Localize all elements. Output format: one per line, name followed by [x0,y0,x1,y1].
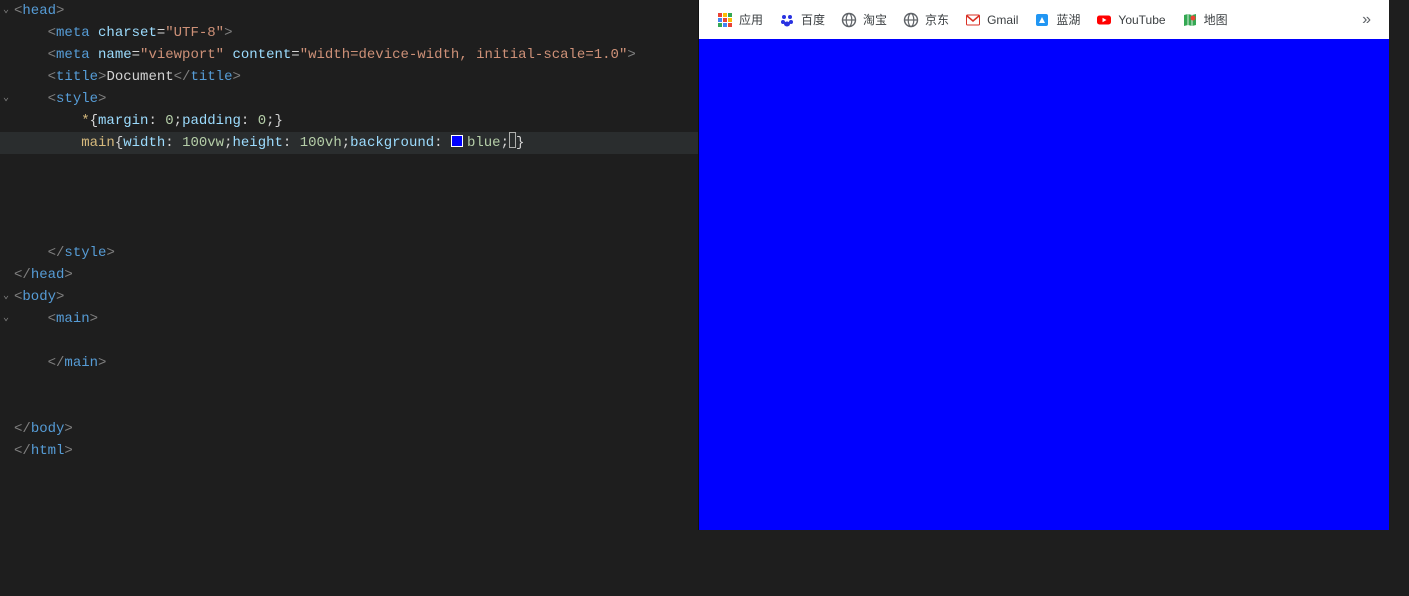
code-line[interactable]: </head> [0,264,698,286]
bookmark-item[interactable]: 蓝湖 [1026,7,1088,32]
bookmark-overflow-button[interactable]: » [1354,7,1379,33]
bookmark-item[interactable]: 地图 [1174,7,1236,32]
globe-icon [841,12,857,28]
fold-caret-icon[interactable]: ⌄ [0,308,12,330]
bookmark-label: 蓝湖 [1056,11,1080,28]
bookmark-item[interactable]: YouTube [1088,8,1173,32]
rendered-page-main [699,39,1389,530]
code-line[interactable]: ⌄<head> [0,0,698,22]
bookmark-item[interactable]: 京东 [895,7,957,32]
bookmark-item[interactable]: 百度 [771,7,833,32]
code-line[interactable]: </style> [0,242,698,264]
bookmark-item[interactable]: 淘宝 [833,7,895,32]
globe-icon [903,12,919,28]
bookmark-apps[interactable]: 应用 [709,7,771,32]
code-line[interactable]: ⌄ <style> [0,88,698,110]
code-line[interactable]: </html> [0,440,698,462]
code-line[interactable] [0,154,698,176]
code-line[interactable]: </body> [0,418,698,440]
code-line[interactable]: <meta name="viewport" content="width=dev… [0,44,698,66]
color-swatch-icon[interactable] [451,135,463,147]
code-line[interactable]: <title>Document</title> [0,66,698,88]
code-line[interactable] [0,198,698,220]
gmail-icon [965,12,981,28]
bookmark-label: 京东 [925,11,949,28]
code-editor-pane[interactable]: ⌄<head> <meta charset="UTF-8"> <meta nam… [0,0,698,530]
code-line[interactable] [0,220,698,242]
text-cursor [509,132,516,148]
bookmark-item[interactable]: Gmail [957,8,1026,32]
code-line[interactable]: </main> [0,352,698,374]
bookmark-label: 百度 [801,11,825,28]
fold-caret-icon[interactable]: ⌄ [0,88,12,110]
code-line[interactable] [0,330,698,352]
lanhu-icon [1034,12,1050,28]
browser-preview-pane: 应用 百度 淘宝 京东 Gmail 蓝湖 YouTube 地图 » [698,0,1389,530]
code-line[interactable]: <meta charset="UTF-8"> [0,22,698,44]
baidu-icon [779,12,795,28]
bookmark-bar: 应用 百度 淘宝 京东 Gmail 蓝湖 YouTube 地图 » [699,0,1389,39]
code-line[interactable]: main{width: 100vw;height: 100vh;backgrou… [0,132,698,154]
bookmark-label: YouTube [1118,13,1165,27]
code-line[interactable] [0,396,698,418]
bookmark-label: Gmail [987,13,1018,27]
bookmark-label: 地图 [1204,11,1228,28]
maps-icon [1182,12,1198,28]
code-line[interactable] [0,176,698,198]
bookmark-label: 淘宝 [863,11,887,28]
code-line[interactable]: ⌄ <main> [0,308,698,330]
editor-bottom-area [0,530,1409,596]
youtube-icon [1096,12,1112,28]
code-line[interactable]: ⌄<body> [0,286,698,308]
apps-grid-icon [717,12,733,28]
fold-caret-icon[interactable]: ⌄ [0,0,12,22]
bookmark-apps-label: 应用 [739,11,763,28]
code-line[interactable] [0,374,698,396]
fold-caret-icon[interactable]: ⌄ [0,286,12,308]
code-line[interactable]: *{margin: 0;padding: 0;} [0,110,698,132]
